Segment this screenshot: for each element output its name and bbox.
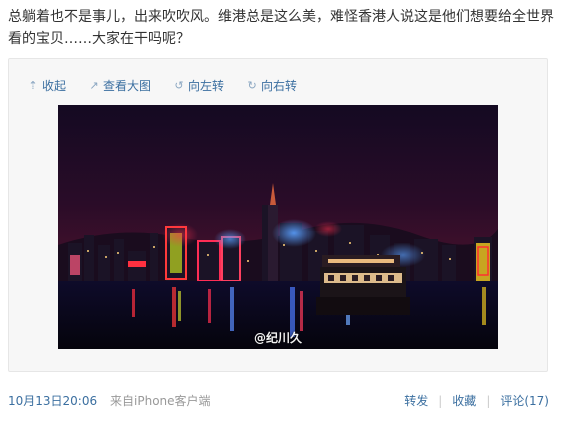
post-text: 总躺着也不是事儿，出来吹吹风。维港总是这么美，难怪香港人说这是他们想要给全世界看… <box>8 9 554 47</box>
post-time-link[interactable]: 10月13日20:06 <box>8 392 97 409</box>
image-toolbar: ⇡ 收起 ↗ 查看大图 ↺ 向左转 ↻ 向右转 <box>27 77 297 93</box>
repost-button[interactable]: 转发 <box>404 392 428 409</box>
collapse-button[interactable]: ⇡ 收起 <box>27 77 66 93</box>
post-footer: 10月13日20:06 来自iPhone客户端 转发 | 收藏 | 评论(17) <box>0 384 567 414</box>
rotate-right-icon: ↻ <box>247 78 257 92</box>
divider: | <box>438 393 443 408</box>
post-source: 来自iPhone客户端 <box>110 392 211 409</box>
source-link[interactable]: iPhone客户端 <box>134 394 211 408</box>
rotate-left-button[interactable]: ↺ 向左转 <box>173 77 224 93</box>
rotate-left-label: 向左转 <box>188 78 225 93</box>
post-actions: 转发 | 收藏 | 评论(17) <box>404 392 549 409</box>
collapse-icon: ⇡ <box>28 78 38 92</box>
harbour-night-image <box>58 105 498 349</box>
media-box: ⇡ 收起 ↗ 查看大图 ↺ 向左转 ↻ 向右转 @纪川久 <box>8 58 548 372</box>
view-large-icon: ↗ <box>89 78 99 92</box>
comment-button[interactable]: 评论(17) <box>500 392 549 409</box>
favorite-button[interactable]: 收藏 <box>452 392 476 409</box>
rotate-right-button[interactable]: ↻ 向右转 <box>246 77 297 93</box>
rotate-right-label: 向右转 <box>261 78 298 93</box>
rotate-left-icon: ↺ <box>174 78 184 92</box>
view-large-button[interactable]: ↗ 查看大图 <box>88 77 151 93</box>
divider: | <box>486 393 491 408</box>
post-photo[interactable]: @纪川久 <box>58 105 498 349</box>
source-prefix: 来自 <box>110 394 135 408</box>
collapse-label: 收起 <box>42 78 67 93</box>
view-large-label: 查看大图 <box>103 78 152 93</box>
image-watermark: @纪川久 <box>254 331 303 345</box>
